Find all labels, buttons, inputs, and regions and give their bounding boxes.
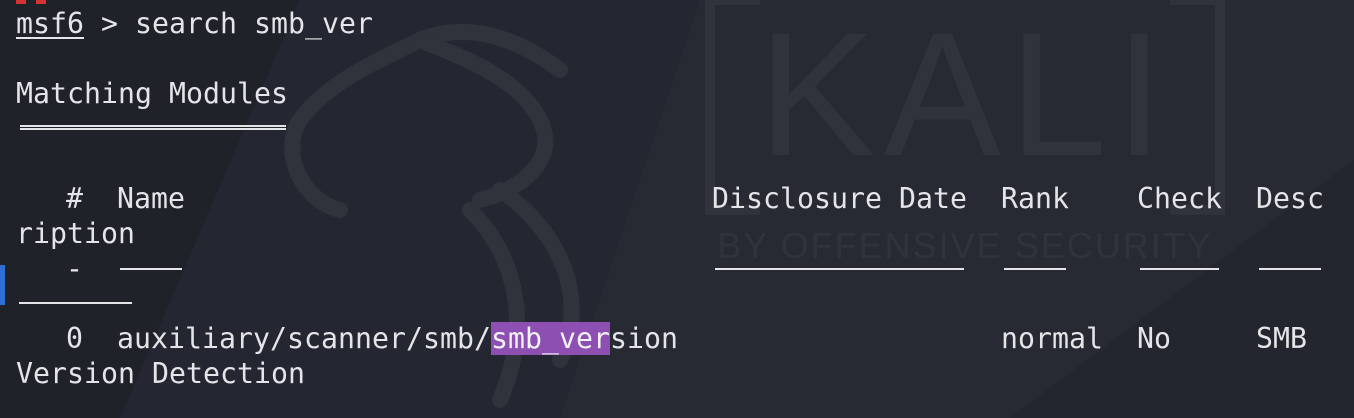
module-path-suffix: sion: [610, 322, 679, 355]
prompt-name: msf6: [16, 7, 85, 40]
row-0-check: No: [1137, 322, 1172, 355]
kali-tagline-text: BY OFFENSIVE SECURITY: [717, 225, 1212, 266]
table-header-num: #: [66, 182, 84, 215]
desktop-edge-strip: [0, 265, 5, 305]
heading-double-underline: [20, 125, 286, 130]
table-header-rank: Rank: [1001, 182, 1070, 215]
table-header-disclosure-date: Disclosure Date: [712, 182, 968, 215]
table-rule-desc: [1259, 268, 1321, 270]
table-rule-date: [715, 268, 964, 270]
row-0-num: 0: [66, 322, 84, 355]
table-header-name: Name: [117, 182, 186, 215]
table-rule-name: [120, 268, 182, 270]
table-rule-rank: [1004, 268, 1066, 270]
row-0-description-part2: Version Detection: [16, 357, 306, 390]
window-edge-marker: [16, 0, 26, 4]
row-0-module-name[interactable]: auxiliary/scanner/smb/smb_version: [117, 321, 678, 356]
kali-logo-text: KALI: [758, 0, 1172, 193]
table-rule-num: -: [66, 252, 84, 285]
table-rule-desc-wrap: [19, 302, 132, 304]
section-heading: Matching Modules: [16, 77, 289, 110]
table-header-description-part2: ription: [16, 217, 136, 250]
module-path-prefix: auxiliary/scanner/smb/: [117, 322, 492, 355]
prompt-separator: >: [84, 7, 136, 40]
prompt-line: msf6 > search smb_ver: [16, 6, 373, 41]
table-rule-check: [1140, 268, 1219, 270]
table-header-description-part1: Desc: [1256, 182, 1325, 215]
row-0-rank: normal: [1001, 322, 1104, 355]
search-match-highlight: smb_ver: [491, 322, 611, 355]
table-header-check: Check: [1137, 182, 1223, 215]
row-0-description-part1: SMB: [1256, 322, 1308, 355]
window-edge-marker-2: [36, 0, 46, 4]
command-text: search smb_ver: [135, 7, 374, 40]
